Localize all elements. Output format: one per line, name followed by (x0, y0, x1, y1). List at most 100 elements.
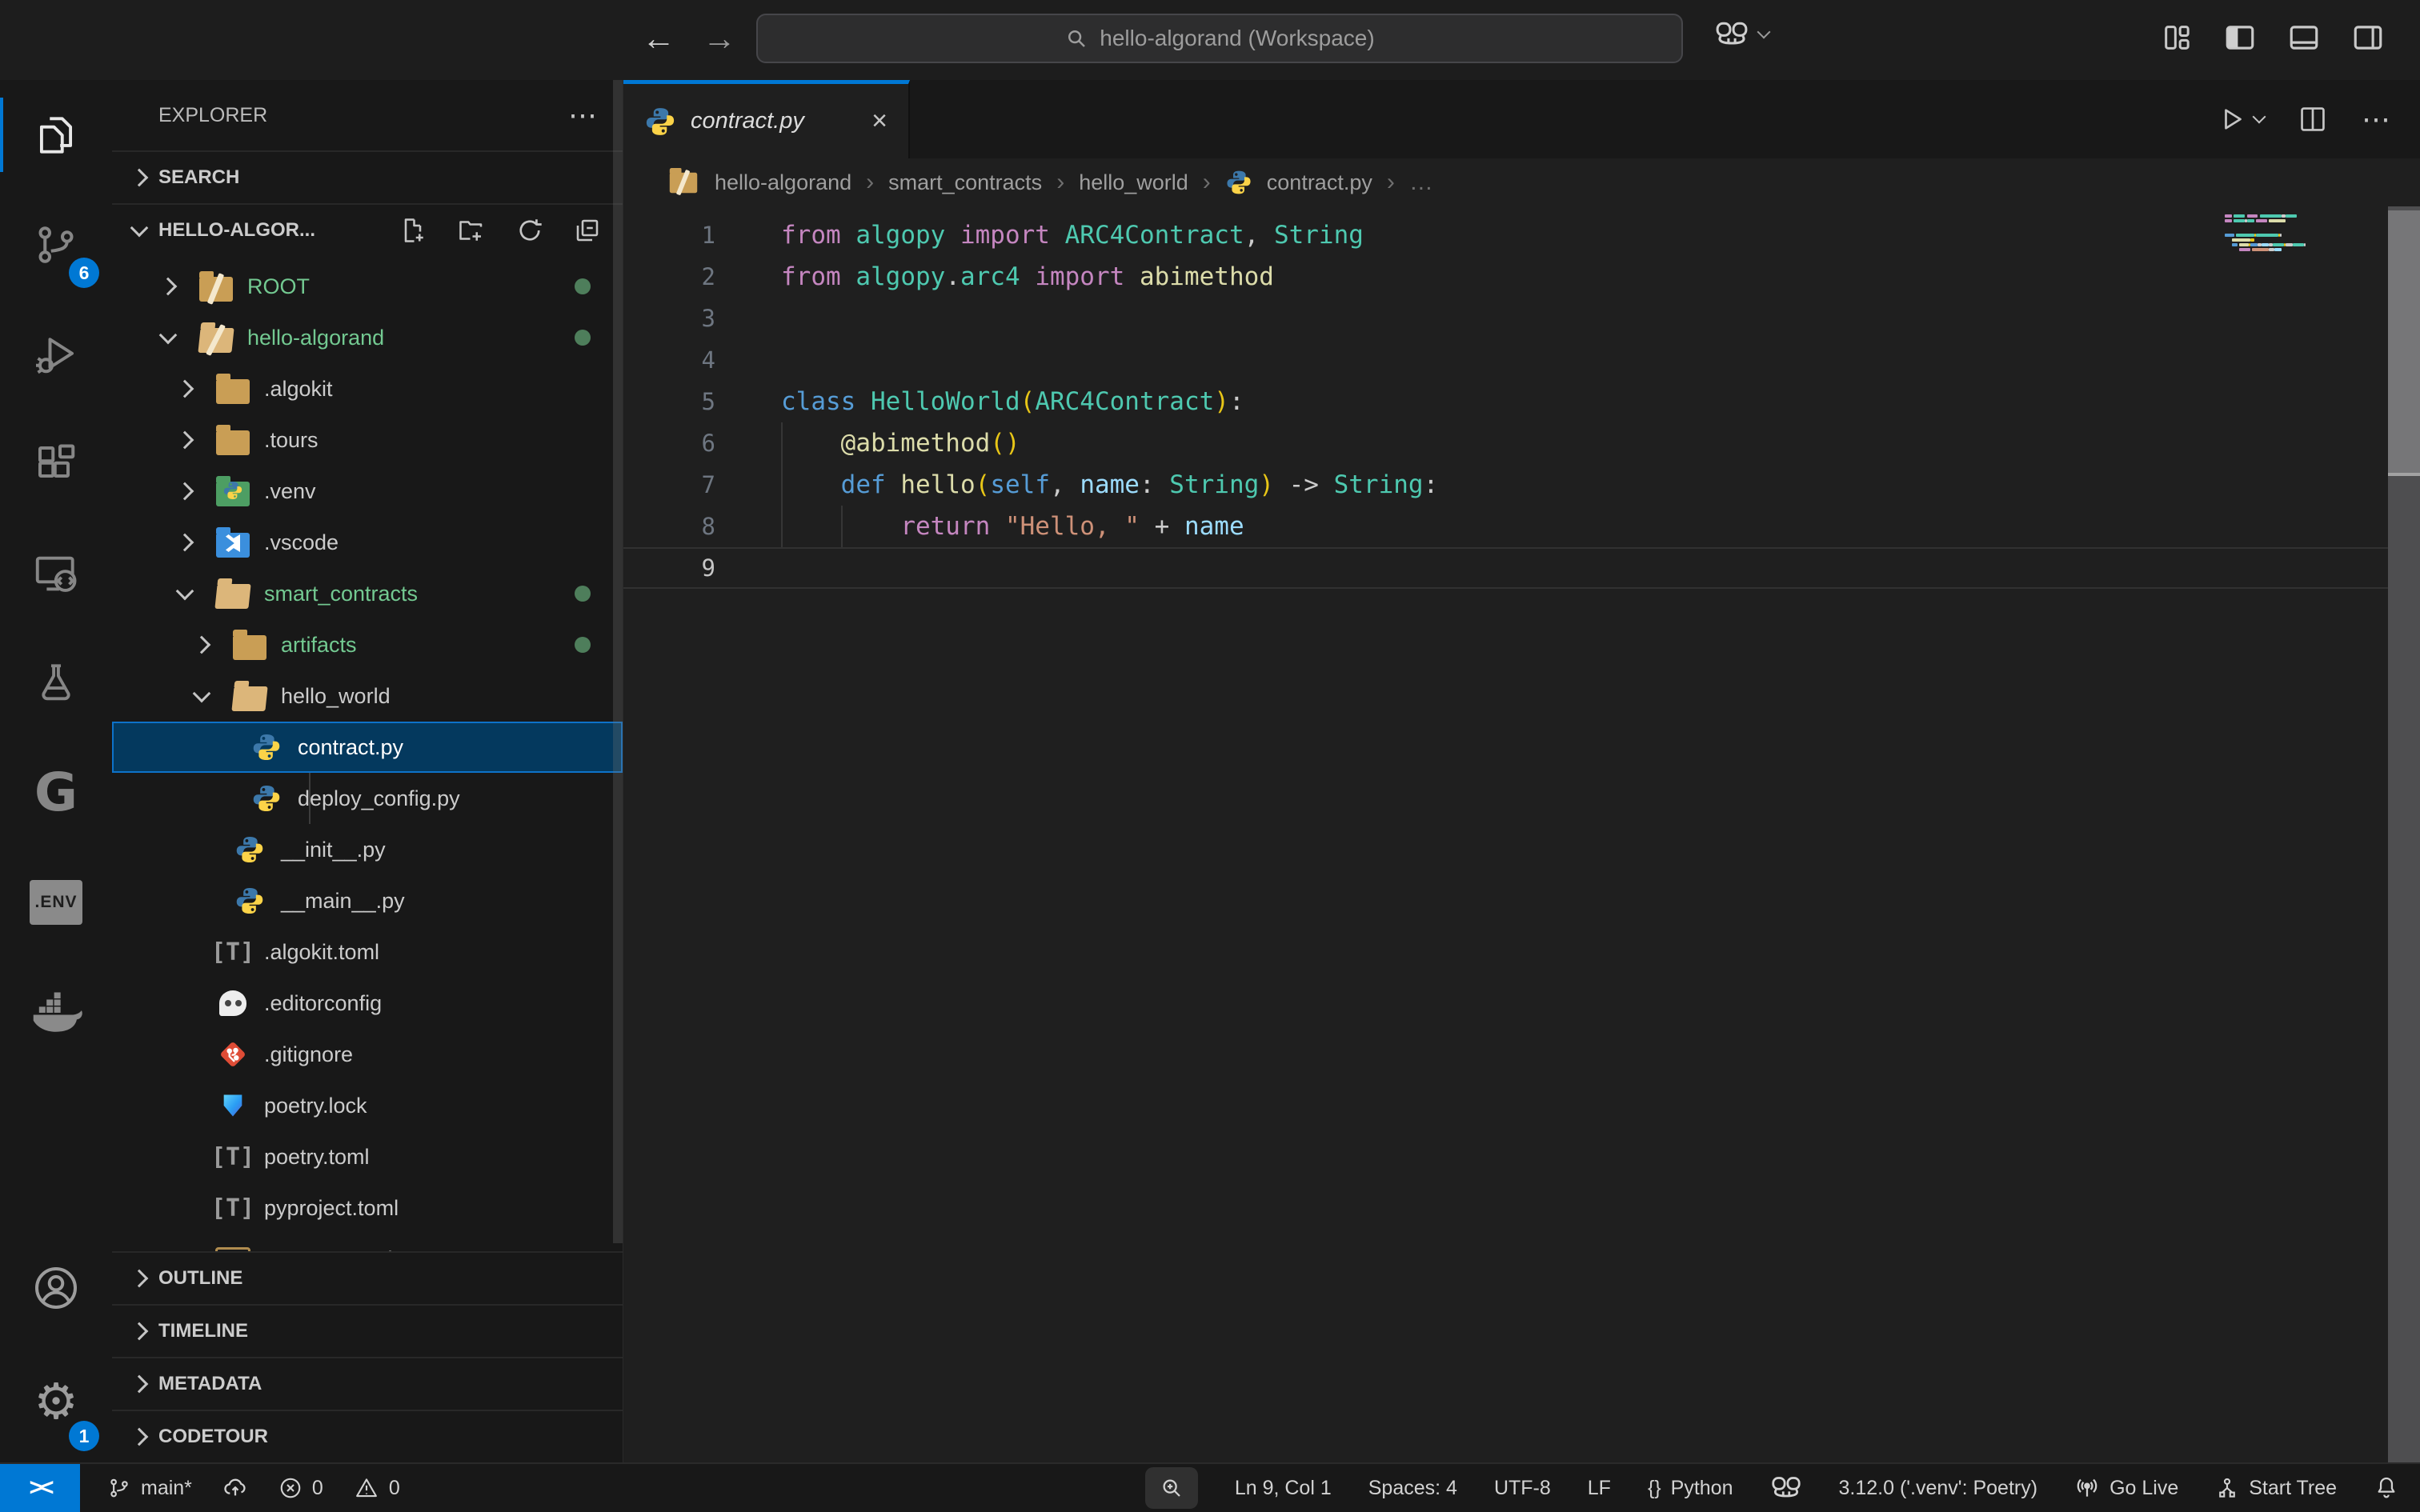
warnings-status[interactable]: 0 (354, 1476, 400, 1500)
tree-item-.gitignore[interactable]: .gitignore (112, 1029, 623, 1080)
tree-item-.algokit.toml[interactable]: [T].algokit.toml (112, 926, 623, 978)
errors-status[interactable]: 0 (278, 1476, 323, 1500)
tree-item-.editorconfig[interactable]: .editorconfig (112, 978, 623, 1029)
code-line-4[interactable]: 4 (623, 339, 2420, 381)
run-dropdown-icon[interactable] (2253, 110, 2266, 124)
activity-algokit-button[interactable]: G (0, 738, 112, 847)
docker-whale-icon (30, 989, 82, 1035)
tree-item-.venv[interactable]: .venv (112, 466, 623, 517)
tree-item-pyproject.toml[interactable]: [T]pyproject.toml (112, 1182, 623, 1234)
section-timeline[interactable]: TIMELINE (112, 1304, 623, 1357)
collapse-all-icon[interactable] (573, 216, 602, 245)
toggle-primary-sidebar-icon[interactable] (2223, 21, 2257, 54)
activity-dotenv-button[interactable]: .ENV (0, 847, 112, 957)
scrollbar-slider[interactable] (2388, 210, 2420, 476)
sidebar-scrollbar[interactable] (613, 80, 623, 1243)
code-line-9[interactable]: 9 (623, 547, 2420, 589)
refresh-icon[interactable] (515, 216, 544, 245)
code-line-5[interactable]: 5class HelloWorld(ARC4Contract): (623, 381, 2420, 422)
section-workspace[interactable]: HELLO-ALGOR... (112, 203, 623, 256)
toggle-panel-icon[interactable] (2287, 21, 2321, 54)
run-python-file-button[interactable] (2218, 105, 2264, 134)
copilot-status-icon[interactable] (1770, 1475, 1802, 1501)
workspace-section-label: HELLO-ALGOR... (158, 219, 315, 242)
workspace-folder-icon (199, 277, 233, 302)
notifications-bell-icon[interactable] (2374, 1475, 2399, 1501)
tree-item-ROOT[interactable]: ROOT (112, 261, 623, 312)
tree-item-.algokit[interactable]: .algokit (112, 363, 623, 414)
activity-source-control-button[interactable]: 6 (0, 190, 112, 299)
toggle-secondary-sidebar-icon[interactable] (2351, 21, 2385, 54)
section-codetour[interactable]: CODETOUR (112, 1410, 623, 1462)
explorer-more-actions-icon[interactable]: ⋯ (568, 98, 599, 132)
tree-item-.vscode[interactable]: .vscode (112, 517, 623, 568)
go-live-button[interactable]: Go Live (2074, 1475, 2178, 1501)
activity-remote-explorer-button[interactable] (0, 518, 112, 628)
customize-layout-icon[interactable] (2161, 22, 2193, 54)
section-outline[interactable]: OUTLINE (112, 1251, 623, 1304)
breadcrumb-separator: › (1387, 169, 1395, 196)
tree-item-__main__.py[interactable]: __main__.py (112, 875, 623, 926)
zoom-status-button[interactable] (1145, 1467, 1198, 1509)
eol-status[interactable]: LF (1588, 1477, 1611, 1500)
breadcrumb-ellipsis[interactable]: … (1409, 169, 1433, 196)
cursor-position-status[interactable]: Ln 9, Col 1 (1235, 1477, 1332, 1500)
vscode-window: ← → hello-algorand (Workspace) (0, 0, 2420, 1512)
tree-item-poetry.toml[interactable]: [T]poetry.toml (112, 1131, 623, 1182)
section-search[interactable]: SEARCH (112, 150, 623, 203)
editor-more-actions-icon[interactable]: ⋯ (2362, 102, 2393, 136)
code-line-7[interactable]: 7 def hello(self, name: String) -> Strin… (623, 464, 2420, 506)
python-interpreter-status[interactable]: 3.12.0 ('.venv': Poetry) (1839, 1477, 2038, 1500)
tree-item-artifacts[interactable]: artifacts (112, 619, 623, 670)
code-line-1[interactable]: 1from algopy import ARC4Contract, String (623, 214, 2420, 256)
chevron-down-icon (159, 326, 178, 345)
new-folder-icon[interactable] (456, 216, 487, 245)
code-line-8[interactable]: 8 return "Hello, " + name (623, 506, 2420, 547)
activity-accounts-button[interactable] (0, 1233, 112, 1342)
copilot-menu-button[interactable] (1714, 21, 1769, 48)
activity-testing-button[interactable] (0, 628, 112, 738)
split-editor-icon[interactable] (2298, 104, 2328, 134)
activity-run-debug-button[interactable] (0, 299, 112, 409)
publish-changes-button[interactable] (222, 1475, 248, 1501)
minimap[interactable] (2225, 214, 2308, 258)
nav-back-icon[interactable]: ← (642, 19, 675, 58)
tree-item-__init__.py[interactable]: __init__.py (112, 824, 623, 875)
tree-item-deploy_config.py[interactable]: deploy_config.py (112, 773, 623, 824)
tree-item-label: __init__.py (281, 838, 386, 862)
chevron-right-icon (130, 1322, 149, 1341)
code-line-3[interactable]: 3 (623, 298, 2420, 339)
code-line-6[interactable]: 6 @abimethod() (623, 422, 2420, 464)
tree-item-smart_contracts[interactable]: smart_contracts (112, 568, 623, 619)
language-mode-status[interactable]: {} Python (1648, 1477, 1733, 1500)
nav-forward-icon[interactable]: → (703, 19, 736, 58)
tree-item-poetry.lock[interactable]: poetry.lock (112, 1080, 623, 1131)
new-file-icon[interactable] (399, 216, 427, 245)
activity-settings-button[interactable]: ⚙ 1 (0, 1342, 112, 1462)
breadcrumb-item[interactable]: hello_world (1079, 170, 1188, 195)
activity-extensions-button[interactable] (0, 409, 112, 518)
tree-item-README.md[interactable]: M↓README.md (112, 1234, 623, 1251)
code-line-2[interactable]: 2from algopy.arc4 import abimethod (623, 256, 2420, 298)
breadcrumb-item[interactable]: smart_contracts (888, 170, 1042, 195)
editor-scrollbar[interactable] (2388, 206, 2420, 1462)
branch-status[interactable]: main* (107, 1476, 192, 1500)
tree-item-contract.py[interactable]: contract.py (112, 722, 623, 773)
encoding-status[interactable]: UTF-8 (1494, 1477, 1551, 1500)
tree-item-.tours[interactable]: .tours (112, 414, 623, 466)
section-metadata[interactable]: METADATA (112, 1357, 623, 1410)
command-center[interactable]: hello-algorand (Workspace) (756, 14, 1683, 63)
close-tab-icon[interactable]: × (871, 106, 887, 137)
remote-indicator[interactable]: >< (0, 1464, 80, 1512)
tree-item-label: .gitignore (264, 1042, 353, 1067)
tab-contract-py[interactable]: contract.py × (623, 80, 910, 158)
code-editor[interactable]: 1from algopy import ARC4Contract, String… (623, 206, 2420, 1462)
tree-item-hello_world[interactable]: hello_world (112, 670, 623, 722)
breadcrumb-item[interactable]: contract.py (1267, 170, 1372, 195)
tree-item-hello-algorand[interactable]: hello-algorand (112, 312, 623, 363)
indentation-status[interactable]: Spaces: 4 (1368, 1477, 1457, 1500)
breadcrumb-item[interactable]: hello-algorand (715, 170, 851, 195)
activity-explorer-button[interactable] (0, 80, 112, 190)
start-tree-button[interactable]: Start Tree (2215, 1476, 2337, 1500)
activity-docker-button[interactable] (0, 957, 112, 1066)
